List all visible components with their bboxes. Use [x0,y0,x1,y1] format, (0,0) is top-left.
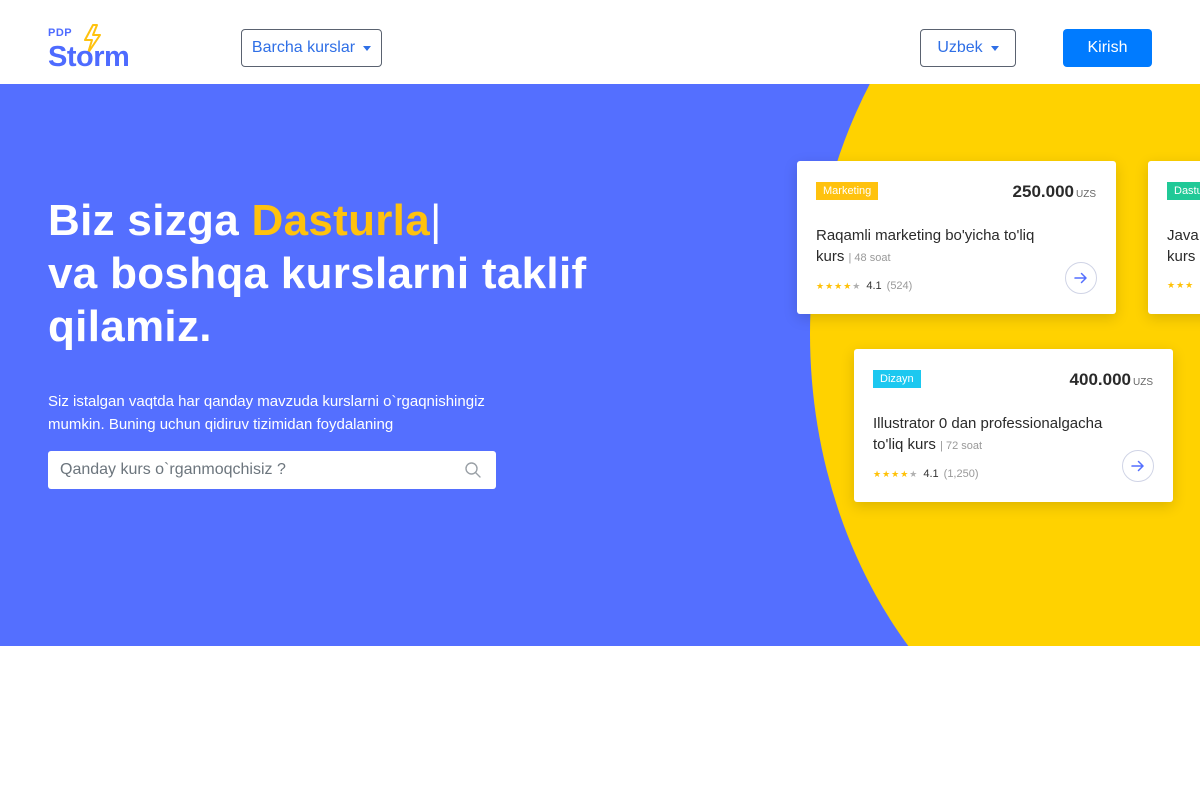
title-highlight: Dasturla [251,196,430,245]
price-value: 400.000 [1069,370,1131,389]
price-value: 250.000 [1012,182,1074,201]
logo-small-text: PDP [48,27,73,39]
review-count: (1,250) [943,468,979,480]
category-tag: Dastu [1167,182,1200,200]
course-rating: ★★★★★ 4.1 (524) [816,280,912,292]
review-count: (524) [886,280,913,292]
course-price: 250.000 UZS [1013,182,1096,202]
rating-value: 4.1 [923,468,939,480]
hero-title: Biz sizga Dasturla| va boshqa kurslarni … [48,194,728,353]
course-card[interactable]: Marketing 250.000 UZS Raqamli marketing b… [797,161,1116,314]
all-courses-dropdown[interactable]: Barcha kurslar [241,29,382,67]
course-hours: | 48 soat [848,252,891,264]
star-rating-icon: ★★★★★ [873,468,919,479]
language-dropdown[interactable]: Uzbek [920,29,1016,67]
star-rating-icon: ★★★ [1167,280,1195,290]
course-title-line2: kurs [1167,248,1196,265]
hero-section: Biz sizga Dasturla| va boshqa kurslarni … [0,84,1200,646]
course-title-text: Illustrator 0 dan professionalgacha to'l… [873,415,1103,453]
course-hours: | 72 soat [940,440,983,452]
rating-value: 4.1 [866,280,882,292]
course-card[interactable]: Dizayn 400.000 UZS Illustrator 0 dan prof… [854,349,1173,502]
category-tag: Marketing [816,182,879,200]
caret-down-icon [990,45,999,51]
title-prefix: Biz sizga [48,196,252,245]
search-input[interactable] [48,452,448,488]
hero-description: Siz istalgan vaqtda har qanday mavzuda k… [48,393,485,433]
course-price: 400.000 UZS [1070,370,1153,390]
open-course-button[interactable] [1122,450,1154,482]
course-title: Java kurs [1167,225,1200,267]
course-rating: ★★★★★ 4.1 (1,250) [873,468,979,480]
price-currency: UZS [1076,189,1096,200]
title-rest: va boshqa kurslarni taklif qilamiz. [48,249,587,351]
search-icon[interactable] [464,461,482,479]
course-rating: ★★★ [1167,280,1194,291]
category-tag: Dizayn [873,370,921,388]
price-currency: UZS [1133,377,1153,388]
pdp-storm-logo[interactable]: PDP Storm [48,24,148,73]
top-navbar: PDP Storm Barcha kurslar Uzbek Kirish [0,0,1200,84]
caret-down-icon [363,45,372,51]
login-button[interactable]: Kirish [1063,29,1152,67]
language-label: Uzbek [937,39,983,56]
arrow-right-icon [1074,272,1087,284]
logo-big-text: Storm [48,41,130,73]
all-courses-label: Barcha kurslar [251,39,356,56]
arrow-right-icon [1131,460,1144,472]
course-title: Illustrator 0 dan professionalgacha to'l… [873,413,1113,457]
course-title-line1: Java [1167,227,1199,244]
course-title: Raqamli marketing bo'yicha to'liq kurs |… [816,225,1056,269]
star-rating-icon: ★★★★★ [816,280,862,291]
search-box [48,451,496,489]
typing-cursor: | [429,196,442,245]
course-card[interactable]: Dastu Java kurs ★★★ [1148,161,1200,314]
open-course-button[interactable] [1065,262,1097,294]
